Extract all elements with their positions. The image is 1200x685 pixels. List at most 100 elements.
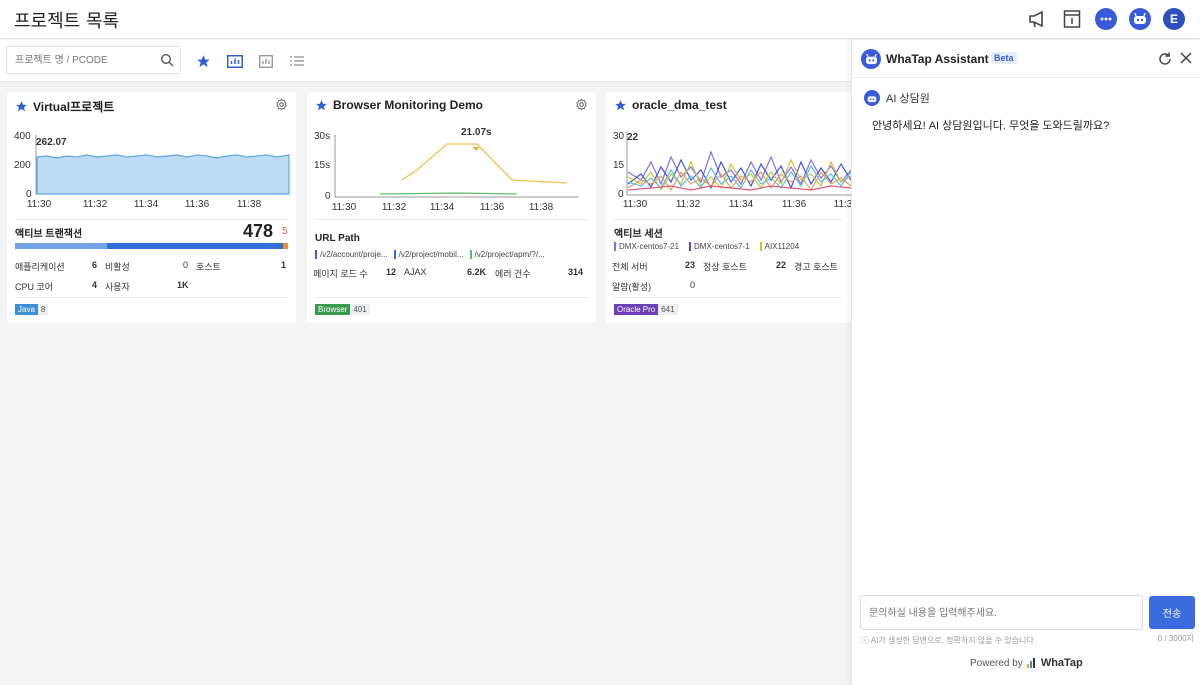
peak-label: 21.07s <box>461 127 492 138</box>
divider <box>614 219 843 220</box>
brand-name: WhaTap <box>1040 657 1083 669</box>
search-box <box>6 46 181 74</box>
chat-input[interactable] <box>861 596 1142 629</box>
divider <box>614 297 843 298</box>
tag-name: Browser <box>315 304 351 315</box>
agent-tag[interactable]: Browser 401 <box>315 304 370 315</box>
peak-label: 22 <box>627 132 639 143</box>
y-tick: 200 <box>14 160 31 171</box>
x-tick: 11:30 <box>623 199 648 210</box>
settings-gear-icon[interactable] <box>275 98 288 116</box>
url-path-item[interactable]: /v2/project/mobil... <box>393 250 464 259</box>
calendar-icon[interactable] <box>1060 7 1084 31</box>
x-tick: 11:30 <box>332 202 357 212</box>
x-tick: 11:36 <box>782 199 807 210</box>
divider <box>315 297 588 298</box>
project-card-browser[interactable]: Browser Monitoring Demo 30s 15s 0 21.07s… <box>307 92 596 323</box>
header-actions: E <box>1026 7 1186 31</box>
favorite-star-icon[interactable] <box>15 100 28 113</box>
ai-disclaimer: ⓘ AI가 생성한 답변으로, 정확하지 않을 수 있습니다. <box>861 636 1036 645</box>
agent-tag[interactable]: Oracle Pro 641 <box>614 304 678 315</box>
tag-count: 401 <box>350 304 370 315</box>
section-title: URL Path <box>315 233 360 244</box>
favorite-star-icon[interactable] <box>614 99 627 112</box>
page-title: 프로젝트 목록 <box>14 11 120 32</box>
send-button[interactable]: 전송 <box>1149 596 1195 629</box>
search-input[interactable] <box>7 47 147 73</box>
y-tick: 30s <box>314 131 330 142</box>
url-path-item[interactable]: /v2/account/proje... <box>315 250 388 259</box>
y-tick: 400 <box>14 131 31 142</box>
x-tick: 11:36 <box>185 199 210 210</box>
card-chart-view-icon[interactable] <box>226 53 243 69</box>
star-filter-icon[interactable] <box>195 53 212 69</box>
stat-label: 에러 건수 <box>495 269 531 279</box>
y-tick: 15s <box>314 160 330 171</box>
x-tick: 11:34 <box>430 202 455 212</box>
stat-value: 314 <box>568 267 584 277</box>
stat-value: 0 <box>183 260 189 270</box>
stat-value: 4 <box>92 280 98 290</box>
stat-value: 1K <box>177 280 189 290</box>
stat-label: 비활성 <box>105 262 130 272</box>
legend-item[interactable]: AIX11204 <box>759 242 799 251</box>
section-title: 액티브 트랜잭션 <box>15 229 83 240</box>
stat-value: 0 <box>690 280 696 290</box>
assistant-bot-icon <box>861 49 881 69</box>
card-title-text: oracle_dma_test <box>632 98 727 112</box>
stat-label: 애플리케이션 <box>15 262 65 272</box>
agent-tag[interactable]: Java 8 <box>15 304 49 315</box>
url-path-item[interactable]: /v2/project/apm/?/... <box>469 250 545 259</box>
assistant-bot-icon[interactable] <box>1128 7 1152 31</box>
assistant-panel: WhaTap Assistant Beta AI 상담원 안녕하세요! AI 상… <box>851 40 1200 685</box>
user-avatar[interactable]: E <box>1162 7 1186 31</box>
page-load-line-chart: 30s 15s 0 21.07s 11:30 11:32 11:34 11:36… <box>314 127 579 212</box>
x-tick: 11:36 <box>480 202 505 212</box>
greeting-message: 안녕하세요! AI 상담원입니다. 무엇을 도와드릴까요? <box>872 120 1110 132</box>
y-tick: 0 <box>325 191 331 202</box>
chart-view-icon[interactable] <box>257 53 274 69</box>
char-count: 0 / 3000자 <box>1157 634 1194 643</box>
card-title: oracle_dma_test <box>614 98 727 112</box>
powered-by-text: Powered by <box>970 657 1023 669</box>
stat-value: 23 <box>685 260 696 270</box>
project-card-virtual[interactable]: Virtual프로젝트 400 200 0 262.07 11:30 11:32… <box>7 92 296 323</box>
whatap-logo-icon <box>1026 658 1035 668</box>
bot-avatar-icon <box>864 90 880 106</box>
stat-value: 22 <box>776 260 787 270</box>
active-tx-value: 478 <box>243 221 274 241</box>
x-tick: 11:38 <box>237 199 262 210</box>
refresh-icon[interactable] <box>1157 51 1173 72</box>
x-tick: 11:32 <box>676 199 701 210</box>
stat-label: 사용자 <box>105 282 130 292</box>
peak-label: 262.07 <box>36 137 67 148</box>
x-tick: 11:32 <box>382 202 407 212</box>
card-title: Virtual프로젝트 <box>15 98 114 115</box>
x-tick: 11:34 <box>729 199 754 210</box>
settings-gear-icon[interactable] <box>575 98 588 116</box>
project-card-oracle[interactable]: oracle_dma_test 30 15 0 22 11:30 11:32 1… <box>606 92 851 323</box>
stat-value: 6 <box>92 260 98 270</box>
x-tick: 11:30 <box>27 199 52 210</box>
tag-name: Oracle Pro <box>614 304 659 315</box>
megaphone-icon[interactable] <box>1026 7 1050 31</box>
stat-label: AJAX <box>404 267 427 277</box>
divider <box>315 219 588 220</box>
search-icon[interactable] <box>160 53 174 72</box>
beta-badge: Beta <box>991 52 1017 64</box>
stat-value: 1 <box>281 260 287 270</box>
tps-area-chart: 400 200 0 262.07 11:30 11:32 11:34 11:36… <box>14 131 290 210</box>
legend-item[interactable]: DMX-centos7-21 <box>614 242 679 251</box>
stat-label: 경고 호스트 <box>794 262 838 272</box>
legend-item[interactable]: DMX-centos7-1 <box>689 242 750 251</box>
favorite-star-icon[interactable] <box>315 99 328 112</box>
list-view-icon[interactable] <box>288 53 305 69</box>
powered-by: Powered by WhaTap <box>970 657 1083 669</box>
stat-value: 12 <box>386 267 397 277</box>
x-tick: 11:32 <box>83 199 108 210</box>
assistant-header: WhaTap Assistant Beta <box>852 40 1200 78</box>
close-icon[interactable] <box>1179 51 1193 70</box>
x-tick: 11:38 <box>529 202 554 212</box>
y-tick: 15 <box>613 160 625 171</box>
chat-bubble-icon[interactable] <box>1094 7 1118 31</box>
